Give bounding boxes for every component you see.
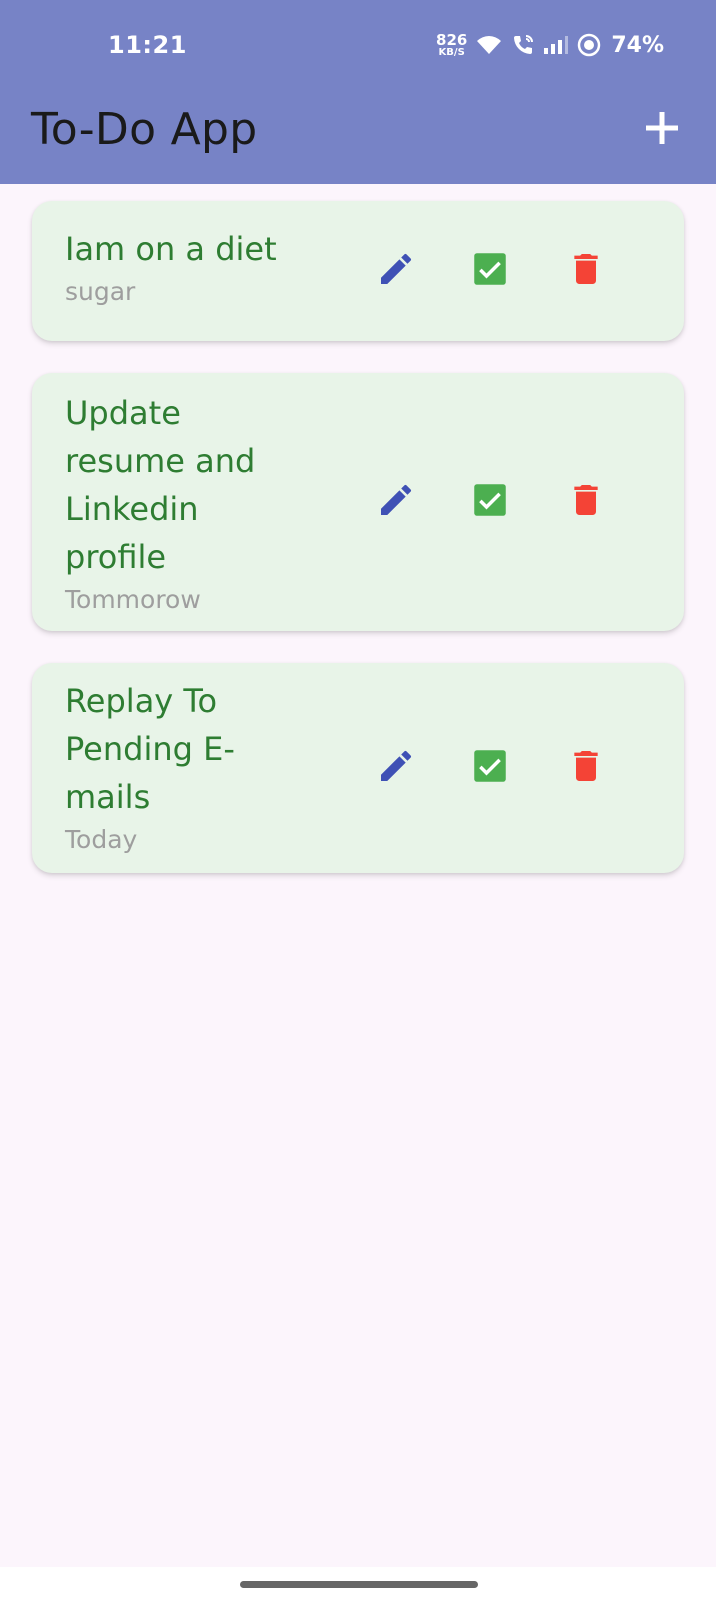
task-subtitle: Tommorow <box>65 585 201 614</box>
delete-icon <box>566 746 606 790</box>
delete-task-button[interactable] <box>561 246 611 296</box>
task-actions <box>371 246 641 296</box>
delete-icon <box>566 480 606 524</box>
task-title: Iam on a diet <box>65 230 277 268</box>
task-actions <box>371 743 641 793</box>
edit-task-button[interactable] <box>371 743 421 793</box>
task-card[interactable]: Replay To Pending E-mails Today <box>32 663 684 873</box>
add-task-button[interactable] <box>634 102 690 158</box>
task-text: Replay To Pending E-mails Today <box>65 677 295 857</box>
checkbox-checked-icon <box>469 479 511 525</box>
plus-icon <box>644 110 680 150</box>
battery-icon <box>577 33 601 57</box>
edit-icon <box>376 249 416 293</box>
network-speed-value: 826 <box>436 30 468 49</box>
task-subtitle: Today <box>65 825 138 854</box>
task-card[interactable]: Iam on a diet sugar <box>32 201 684 341</box>
wifi-calling-icon <box>511 33 535 57</box>
edit-task-button[interactable] <box>371 477 421 527</box>
complete-task-button[interactable] <box>465 743 515 793</box>
task-text: Update resume and Linkedin profile Tommo… <box>65 389 305 617</box>
complete-task-button[interactable] <box>465 246 515 296</box>
edit-task-button[interactable] <box>371 246 421 296</box>
checkbox-checked-icon <box>469 248 511 294</box>
task-title: Update resume and Linkedin profile <box>65 394 256 576</box>
task-subtitle: sugar <box>65 277 136 306</box>
network-speed: 826 KB/S <box>436 30 468 58</box>
task-card[interactable]: Update resume and Linkedin profile Tommo… <box>32 373 684 631</box>
status-icons: 826 KB/S 74% <box>436 30 664 60</box>
app-title: To-Do App <box>31 104 258 155</box>
wifi-icon <box>475 34 503 56</box>
task-text: Iam on a diet sugar <box>65 225 325 309</box>
delete-task-button[interactable] <box>561 743 611 793</box>
delete-task-button[interactable] <box>561 477 611 527</box>
edit-icon <box>376 746 416 790</box>
network-speed-unit: KB/S <box>438 46 465 58</box>
edit-icon <box>376 480 416 524</box>
app-bar: To-Do App <box>0 92 716 184</box>
battery-percentage: 74% <box>611 32 664 58</box>
task-list: Iam on a diet sugar Update resume and Li… <box>32 201 684 905</box>
signal-icon <box>543 35 569 55</box>
complete-task-button[interactable] <box>465 477 515 527</box>
delete-icon <box>566 249 606 293</box>
status-bar: 11:21 826 KB/S 74% <box>0 0 716 92</box>
home-indicator[interactable] <box>240 1581 478 1588</box>
status-time: 11:21 <box>108 31 187 59</box>
task-actions <box>371 477 641 527</box>
checkbox-checked-icon <box>469 745 511 791</box>
screen: 11:21 826 KB/S 74% To-Do App Iam on a di… <box>0 0 716 1600</box>
top-bar: 11:21 826 KB/S 74% To-Do App <box>0 0 716 184</box>
task-title: Replay To Pending E-mails <box>65 682 235 816</box>
